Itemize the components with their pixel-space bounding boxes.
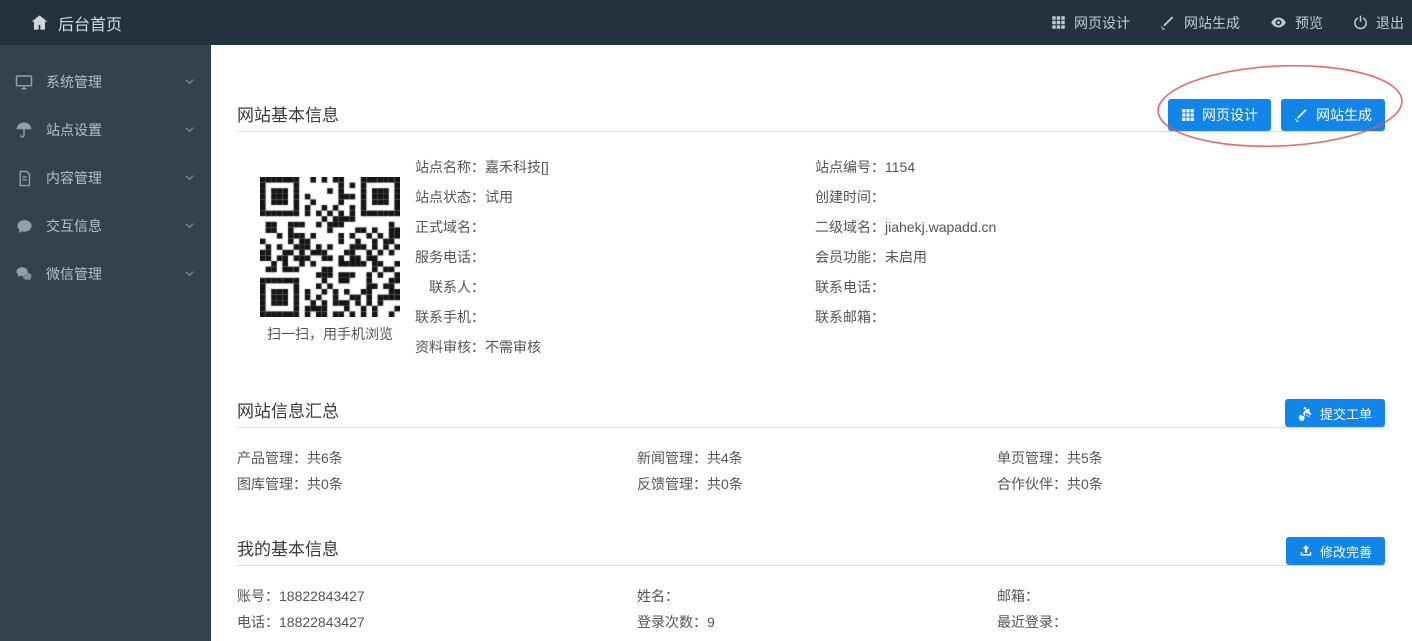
nav-item-label: 网站生成 [1184, 13, 1240, 33]
site-info-header-buttons: 网页设计 网站生成 [1168, 99, 1385, 131]
button-label: 修改完善 [1320, 542, 1372, 561]
site-info-header: 网站基本信息 网页设计 网站生成 [237, 99, 1385, 132]
profile-item: 账号：18822843427 [237, 583, 637, 609]
monitor-icon [14, 73, 34, 91]
summary-item: 图库管理：共0条 [237, 471, 637, 497]
grid-icon [1181, 108, 1195, 122]
button-label: 提交工单 [1320, 404, 1372, 423]
qr-code [260, 177, 400, 317]
top-navbar: 后台首页 网页设计 网站生成 预览 [0, 0, 1412, 45]
site-info-fields-left: 站点名称：嘉禾科技[] 站点状态：试用 正式域名： 服务电话： 联系人： 联系手… [415, 152, 815, 362]
field-row: 正式域名： [415, 212, 815, 242]
profile-item: 邮箱： [997, 583, 1385, 609]
field-row: 联系电话： [815, 272, 1385, 302]
profile-item: 姓名： [637, 583, 997, 609]
grid-icon [1051, 15, 1066, 30]
admin-dashboard: 后台首页 网页设计 网站生成 预览 [0, 0, 1412, 641]
chevron-down-icon [184, 74, 195, 90]
power-icon [1353, 15, 1368, 30]
nav-item-logout[interactable]: 退出 [1353, 13, 1404, 33]
qr-block: 扫一扫，用手机浏览 [260, 177, 400, 362]
summary-header: 网站信息汇总 提交工单 [237, 397, 1385, 428]
comment-icon [14, 218, 34, 235]
nav-item-web-design[interactable]: 网页设计 [1051, 13, 1130, 33]
profile-header: 我的基本信息 修改完善 [237, 535, 1385, 566]
field-row: 站点编号：1154 [815, 152, 1385, 182]
sidebar-item-site-settings[interactable]: 站点设置 [0, 106, 211, 154]
chevron-down-icon [184, 266, 195, 282]
field-row: 二级域名：jiahekj.wapadd.cn [815, 212, 1385, 242]
sidebar-item-label: 系统管理 [46, 72, 184, 92]
navbar-actions: 网页设计 网站生成 预览 退出 [1051, 13, 1404, 33]
section-title: 网站信息汇总 [237, 397, 339, 427]
nav-item-site-generate[interactable]: 网站生成 [1160, 13, 1240, 33]
field-row: 会员功能：未启用 [815, 242, 1385, 272]
sidebar-item-system[interactable]: 系统管理 [0, 58, 211, 106]
field-row: 资料审核：不需审核 [415, 332, 815, 362]
web-design-button[interactable]: 网页设计 [1168, 99, 1271, 131]
edit-profile-button[interactable]: 修改完善 [1286, 537, 1385, 565]
sidebar-item-label: 微信管理 [46, 264, 184, 284]
nav-item-label: 预览 [1295, 13, 1323, 33]
profile-item: 电话：18822843427 [237, 609, 637, 635]
pen-icon [1160, 15, 1176, 31]
field-row: 联系人： [415, 272, 815, 302]
sidebar: 系统管理 站点设置 内容管理 [0, 45, 211, 641]
navbar-title: 后台首页 [58, 11, 122, 35]
field-row: 站点名称：嘉禾科技[] [415, 152, 815, 182]
nav-item-preview[interactable]: 预览 [1270, 13, 1323, 33]
comments-icon [14, 265, 34, 283]
site-generate-button[interactable]: 网站生成 [1281, 99, 1385, 131]
field-row: 站点状态：试用 [415, 182, 815, 212]
section-title: 我的基本信息 [237, 535, 339, 565]
summary-item: 新闻管理：共4条 [637, 445, 997, 471]
sidebar-item-label: 站点设置 [46, 120, 184, 140]
sidebar-item-wechat[interactable]: 微信管理 [0, 250, 211, 298]
section-title: 网站基本信息 [237, 101, 339, 131]
eye-icon [1270, 14, 1287, 31]
umbrella-icon [14, 121, 34, 139]
profile-item: 登录次数：9 [637, 609, 997, 635]
field-row: 服务电话： [415, 242, 815, 272]
summary-item: 产品管理：共6条 [237, 445, 637, 471]
upload-icon [1299, 544, 1313, 558]
file-icon [14, 170, 34, 187]
chevron-down-icon [184, 122, 195, 138]
button-label: 网页设计 [1202, 105, 1258, 125]
nav-item-label: 网页设计 [1074, 13, 1130, 33]
profile-item: 最近登录： [997, 609, 1385, 635]
summary-item: 单页管理：共5条 [997, 445, 1385, 471]
navbar-brand[interactable]: 后台首页 [30, 11, 122, 35]
main-content: 网站基本信息 网页设计 网站生成 [211, 45, 1412, 641]
profile-grid: 账号：18822843427 姓名： 邮箱： 电话：18822843427 登录… [237, 583, 1385, 635]
summary-item: 反馈管理：共0条 [637, 471, 997, 497]
site-info-fields-right: 站点编号：1154 创建时间： 二级域名：jiahekj.wapadd.cn 会… [815, 152, 1385, 362]
site-info-body: 扫一扫，用手机浏览 站点名称：嘉禾科技[] 站点状态：试用 正式域名： 服务电话… [237, 152, 1385, 362]
field-row: 联系手机： [415, 302, 815, 332]
chevron-down-icon [184, 218, 195, 234]
nav-item-label: 退出 [1376, 13, 1404, 33]
sidebar-item-content[interactable]: 内容管理 [0, 154, 211, 202]
summary-grid: 产品管理：共6条 新闻管理：共4条 单页管理：共5条 图库管理：共0条 反馈管理… [237, 445, 1385, 497]
gears-icon [1298, 406, 1313, 421]
chevron-down-icon [184, 170, 195, 186]
button-label: 网站生成 [1316, 105, 1372, 125]
qr-caption: 扫一扫，用手机浏览 [260, 324, 400, 344]
sidebar-item-label: 交互信息 [46, 216, 184, 236]
field-row: 创建时间： [815, 182, 1385, 212]
submit-ticket-button[interactable]: 提交工单 [1285, 399, 1385, 427]
sidebar-item-interaction[interactable]: 交互信息 [0, 202, 211, 250]
pen-icon [1294, 108, 1309, 123]
field-row: 联系邮箱： [815, 302, 1385, 332]
summary-item: 合作伙伴：共0条 [997, 471, 1385, 497]
sidebar-item-label: 内容管理 [46, 168, 184, 188]
home-icon [30, 13, 49, 32]
